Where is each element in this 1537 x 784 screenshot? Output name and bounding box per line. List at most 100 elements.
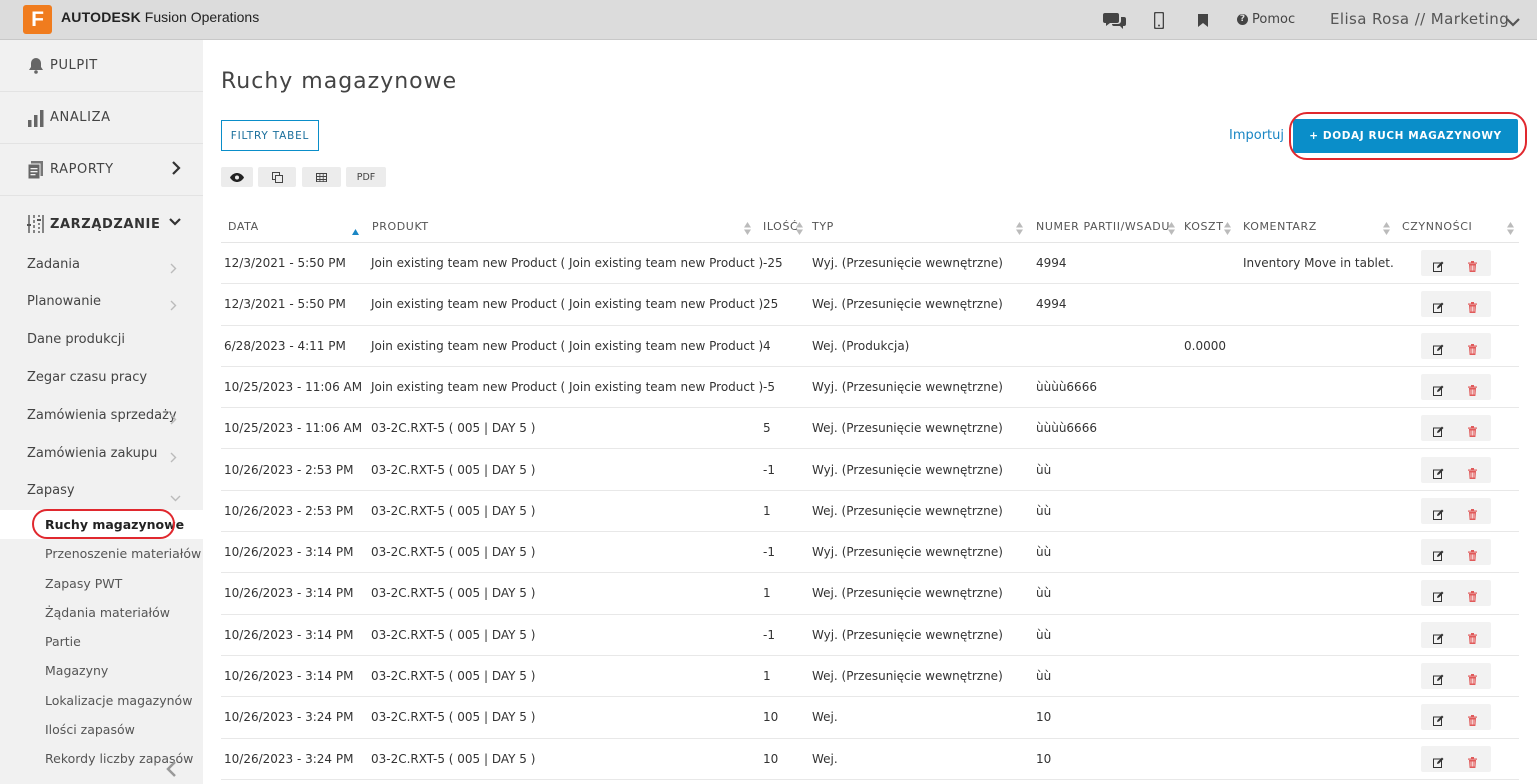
table-row[interactable]: 12/3/2021 - 5:50 PM Join existing team ne… (221, 284, 1519, 326)
sidebar-sub-planowanie[interactable]: Planowanie (27, 294, 101, 309)
delete-icon[interactable] (1468, 711, 1477, 730)
delete-icon[interactable] (1468, 753, 1477, 772)
table-row[interactable]: 10/26/2023 - 3:24 PM 03-2C.RXT-5 ( 005 | … (221, 697, 1519, 739)
col-header-numer-partii[interactable]: NUMER PARTII/WSADU (1036, 220, 1170, 233)
table-row[interactable]: 10/26/2023 - 3:14 PM 03-2C.RXT-5 ( 005 | … (221, 532, 1519, 574)
col-header-ilosc[interactable]: ILOŚĆ (763, 220, 798, 233)
page-title: Ruchy magazynowe (221, 69, 458, 94)
table-filters-button[interactable]: FILTRY TABEL (221, 120, 319, 151)
chevron-down-icon[interactable] (1506, 12, 1520, 31)
edit-icon[interactable] (1433, 587, 1444, 606)
sidebar-sub-zegar[interactable]: Zegar czasu pracy (27, 370, 147, 385)
pdf-button[interactable]: PDF (346, 167, 386, 187)
edit-icon[interactable] (1433, 505, 1444, 524)
col-header-typ[interactable]: TYP (812, 220, 834, 233)
sidebar-item-zarzadzanie[interactable]: ZARZĄDZANIE (0, 196, 203, 252)
delete-icon[interactable] (1468, 298, 1477, 317)
sort-icon[interactable] (1016, 220, 1023, 239)
delete-icon[interactable] (1468, 546, 1477, 565)
delete-icon[interactable] (1468, 587, 1477, 606)
delete-icon[interactable] (1468, 670, 1477, 689)
edit-icon[interactable] (1433, 381, 1444, 400)
table-row[interactable]: 10/26/2023 - 3:14 PM 03-2C.RXT-5 ( 005 | … (221, 573, 1519, 615)
sidebar-sub-zamowienia-zakupu[interactable]: Zamówienia zakupu (27, 446, 157, 461)
edit-icon[interactable] (1433, 257, 1444, 276)
fusion-logo-icon[interactable]: F (23, 5, 52, 34)
cell-product: Join existing team new Product ( Join ex… (371, 297, 764, 312)
edit-icon[interactable] (1433, 546, 1444, 565)
sidebar-subsub-przenoszenie[interactable]: Przenoszenie materiałów (45, 546, 201, 561)
sidebar-subsub-partie[interactable]: Partie (45, 634, 81, 649)
sort-icon[interactable] (1168, 220, 1175, 239)
delete-icon[interactable] (1468, 340, 1477, 359)
delete-icon[interactable] (1468, 422, 1477, 441)
copy-icon[interactable] (258, 167, 296, 187)
sort-icon[interactable] (744, 220, 751, 239)
chat-icon[interactable] (1102, 10, 1128, 30)
delete-icon[interactable] (1468, 381, 1477, 400)
cell-date: 10/26/2023 - 3:14 PM (224, 586, 354, 601)
import-link[interactable]: Importuj (1229, 128, 1284, 143)
edit-icon[interactable] (1433, 464, 1444, 483)
sort-icon[interactable] (1383, 220, 1390, 239)
row-actions (1421, 704, 1491, 731)
table-row[interactable]: 12/3/2021 - 5:50 PM Join existing team ne… (221, 243, 1519, 285)
edit-icon[interactable] (1433, 298, 1444, 317)
user-menu[interactable]: Elisa Rosa // Marketing (1330, 10, 1509, 28)
sidebar-subsub-zadania-materialow[interactable]: Żądania materiałów (45, 605, 170, 620)
sidebar-item-raporty[interactable]: RAPORTY (0, 144, 203, 196)
table-icon[interactable] (302, 167, 341, 187)
sidebar-item-pulpit[interactable]: PULPIT (0, 40, 203, 92)
eye-icon[interactable] (221, 167, 253, 187)
sidebar-sub-zapasy[interactable]: Zapasy (27, 483, 75, 498)
help-link[interactable]: ? Pomoc (1237, 12, 1295, 27)
edit-icon[interactable] (1433, 670, 1444, 689)
sidebar-sub-dane-produkcji[interactable]: Dane produkcji (27, 332, 125, 347)
cell-comment: Inventory Move in tablet. (1243, 256, 1394, 270)
delete-icon[interactable] (1468, 464, 1477, 483)
cell-type: Wej. (Przesunięcie wewnętrzne) (812, 669, 1003, 683)
cell-product: Join existing team new Product ( Join ex… (371, 256, 764, 270)
table-row[interactable]: 10/26/2023 - 3:14 PM 03-2C.RXT-5 ( 005 | … (221, 615, 1519, 656)
table-row[interactable]: 10/26/2023 - 2:53 PM 03-2C.RXT-5 ( 005 | … (221, 450, 1519, 491)
table-row[interactable]: 10/25/2023 - 11:06 AM Join existing team … (221, 367, 1519, 409)
col-header-produkt[interactable]: PRODUKT (372, 220, 429, 233)
cell-cost: 0.0000 (1184, 338, 1226, 353)
bookmark-icon[interactable] (1196, 10, 1210, 30)
edit-icon[interactable] (1433, 711, 1444, 730)
sort-icon[interactable] (796, 220, 803, 239)
edit-icon[interactable] (1433, 629, 1444, 648)
delete-icon[interactable] (1468, 505, 1477, 524)
sidebar-subsub-magazyny[interactable]: Magazyny (45, 663, 108, 678)
table-row[interactable]: 10/26/2023 - 3:24 PM 03-2C.RXT-5 ( 005 | … (221, 739, 1519, 780)
sort-icon[interactable] (1224, 220, 1231, 239)
cell-type: Wej. (812, 751, 838, 766)
delete-icon[interactable] (1468, 257, 1477, 276)
sidebar-sub-zadania[interactable]: Zadania (27, 257, 80, 272)
cell-type: Wyj. (Przesunięcie wewnętrzne) (812, 462, 1003, 477)
sidebar-item-analiza[interactable]: ANALIZA (0, 92, 203, 144)
sidebar-subsub-ilosci[interactable]: Ilości zapasów (45, 722, 135, 737)
table-row[interactable]: 10/25/2023 - 11:06 AM 03-2C.RXT-5 ( 005 |… (221, 408, 1519, 450)
cell-quantity: -1 (763, 545, 775, 560)
col-header-koszt[interactable]: KOSZT (1184, 220, 1224, 233)
cell-type: Wej. (Przesunięcie wewnętrzne) (812, 503, 1003, 518)
cell-date: 10/26/2023 - 2:53 PM (224, 462, 354, 477)
edit-icon[interactable] (1433, 422, 1444, 441)
delete-icon[interactable] (1468, 629, 1477, 648)
sidebar-subsub-zapasy-pwt[interactable]: Zapasy PWT (45, 576, 122, 591)
collapse-sidebar-icon[interactable] (164, 760, 178, 782)
edit-icon[interactable] (1433, 340, 1444, 359)
table-row[interactable]: 6/28/2023 - 4:11 PM Join existing team ne… (221, 326, 1519, 367)
sort-asc-icon[interactable] (352, 220, 359, 239)
col-header-data[interactable]: DATA (228, 220, 259, 233)
edit-icon[interactable] (1433, 753, 1444, 772)
top-bar: F AUTODESK Fusion Operations ? Pomoc Eli… (0, 0, 1537, 40)
sidebar-subsub-lokalizacje[interactable]: Lokalizacje magazynów (45, 693, 192, 708)
bar-chart-icon (26, 108, 46, 128)
table-row[interactable]: 10/26/2023 - 3:14 PM 03-2C.RXT-5 ( 005 | … (221, 656, 1519, 698)
table-row[interactable]: 10/26/2023 - 2:53 PM 03-2C.RXT-5 ( 005 | … (221, 491, 1519, 533)
sidebar-sub-zamowienia-sprzedazy[interactable]: Zamówienia sprzedaży (27, 408, 177, 423)
col-header-komentarz[interactable]: KOMENTARZ (1243, 220, 1317, 233)
mobile-icon[interactable] (1152, 10, 1166, 30)
